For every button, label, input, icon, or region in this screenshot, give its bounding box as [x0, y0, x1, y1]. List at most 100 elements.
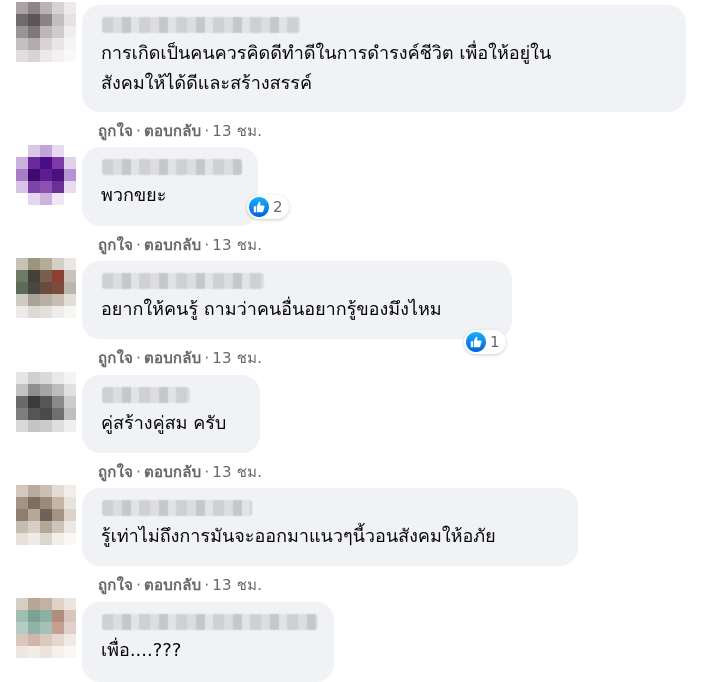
timestamp[interactable]: 13 ชม. — [212, 463, 262, 481]
avatar-pixel — [16, 610, 28, 622]
action-separator: · — [204, 463, 210, 481]
comment-actions: ถูกใจ · ตอบกลับ · 13 ชม. — [98, 119, 262, 143]
avatar-pixel — [16, 169, 28, 181]
avatar-pixel — [64, 282, 76, 294]
commenter-name-blurred[interactable] — [102, 159, 242, 175]
commenter-name-blurred[interactable] — [102, 273, 264, 289]
avatar-pixel — [28, 634, 40, 646]
avatar-pixel — [52, 598, 64, 610]
action-separator: · — [204, 236, 210, 254]
timestamp[interactable]: 13 ชม. — [212, 236, 262, 254]
avatar-pixel — [16, 533, 28, 545]
avatar-pixel — [16, 26, 28, 38]
like-link[interactable]: ถูกใจ — [98, 463, 133, 481]
avatar-pixel — [16, 14, 28, 26]
avatar-pixel — [64, 485, 76, 497]
avatar-pixel — [28, 306, 40, 318]
reaction-count[interactable]: 1 — [464, 330, 506, 354]
avatar-pixel — [52, 533, 64, 545]
avatar-pixel — [16, 294, 28, 306]
avatar-pixel — [40, 145, 52, 157]
reply-link[interactable]: ตอบกลับ — [144, 576, 201, 594]
avatar-pixel — [40, 193, 52, 205]
reply-link[interactable]: ตอบกลับ — [144, 122, 201, 140]
avatar-pixel — [64, 38, 76, 50]
avatar-pixel — [52, 384, 64, 396]
avatar-pixel — [40, 181, 52, 193]
commenter-name-blurred[interactable] — [102, 500, 252, 516]
avatar-pixel — [64, 598, 76, 610]
action-separator: · — [136, 122, 142, 140]
like-link[interactable]: ถูกใจ — [98, 236, 133, 254]
like-link[interactable]: ถูกใจ — [98, 576, 133, 594]
action-separator: · — [204, 576, 210, 594]
avatar[interactable] — [16, 485, 76, 545]
avatar-pixel — [52, 497, 64, 509]
avatar-pixel — [40, 14, 52, 26]
comment-bubble: คู่สร้างคู่สม ครับ — [82, 375, 260, 453]
reaction-count[interactable]: 2 — [247, 195, 289, 219]
avatar-pixel — [40, 634, 52, 646]
avatar-pixel — [52, 193, 64, 205]
avatar-pixel — [28, 26, 40, 38]
avatar-pixel — [28, 646, 40, 658]
avatar-pixel — [40, 646, 52, 658]
comment-actions: ถูกใจ · ตอบกลับ · 13 ชม. — [98, 346, 262, 370]
avatar-pixel — [28, 372, 40, 384]
reply-link[interactable]: ตอบกลับ — [144, 463, 201, 481]
avatar-pixel — [40, 258, 52, 270]
avatar-pixel — [64, 270, 76, 282]
avatar[interactable] — [16, 598, 76, 658]
avatar[interactable] — [16, 2, 76, 62]
like-icon — [466, 332, 486, 352]
avatar-pixel — [28, 521, 40, 533]
avatar-pixel — [40, 533, 52, 545]
like-link[interactable]: ถูกใจ — [98, 349, 133, 367]
avatar-pixel — [52, 14, 64, 26]
comment-bubble: รู้เท่าไม่ถึงการมันจะออกมาแนวๆนี้วอนสังค… — [82, 488, 578, 566]
avatar-pixel — [28, 258, 40, 270]
avatar[interactable] — [16, 258, 76, 318]
avatar[interactable] — [16, 145, 76, 205]
avatar-pixel — [52, 2, 64, 14]
commenter-name-blurred[interactable] — [102, 17, 300, 33]
avatar-pixel — [28, 610, 40, 622]
commenter-name-blurred[interactable] — [102, 387, 190, 403]
avatar-pixel — [40, 2, 52, 14]
avatar-pixel — [52, 521, 64, 533]
comment-actions: ถูกใจ · ตอบกลับ · 13 ชม. — [98, 460, 262, 484]
avatar-pixel — [28, 14, 40, 26]
avatar-pixel — [16, 306, 28, 318]
avatar-pixel — [16, 646, 28, 658]
avatar-pixel — [52, 396, 64, 408]
avatar-pixel — [52, 485, 64, 497]
avatar-pixel — [28, 50, 40, 62]
avatar-pixel — [52, 38, 64, 50]
avatar-pixel — [52, 50, 64, 62]
avatar-pixel — [28, 38, 40, 50]
avatar-pixel — [40, 372, 52, 384]
timestamp[interactable]: 13 ชม. — [212, 576, 262, 594]
reply-link[interactable]: ตอบกลับ — [144, 349, 201, 367]
like-link[interactable]: ถูกใจ — [98, 122, 133, 140]
reply-link[interactable]: ตอบกลับ — [144, 236, 201, 254]
avatar-pixel — [28, 145, 40, 157]
comment-bubble: อยากให้คนรู้ ถามว่าคนอื่นอยากรู้ของมึงไห… — [82, 261, 512, 339]
timestamp[interactable]: 13 ชม. — [212, 349, 262, 367]
avatar-pixel — [40, 610, 52, 622]
comment-actions: ถูกใจ · ตอบกลับ · 13 ชม. — [98, 573, 262, 597]
timestamp[interactable]: 13 ชม. — [212, 122, 262, 140]
avatar-pixel — [64, 306, 76, 318]
avatar-pixel — [28, 2, 40, 14]
action-separator: · — [136, 236, 142, 254]
commenter-name-blurred[interactable] — [102, 614, 318, 630]
avatar-pixel — [52, 372, 64, 384]
avatar-pixel — [64, 294, 76, 306]
avatar-pixel — [40, 396, 52, 408]
avatar-pixel — [40, 306, 52, 318]
avatar-pixel — [52, 157, 64, 169]
avatar-pixel — [52, 509, 64, 521]
avatar-pixel — [40, 38, 52, 50]
avatar[interactable] — [16, 372, 76, 432]
avatar-pixel — [40, 282, 52, 294]
